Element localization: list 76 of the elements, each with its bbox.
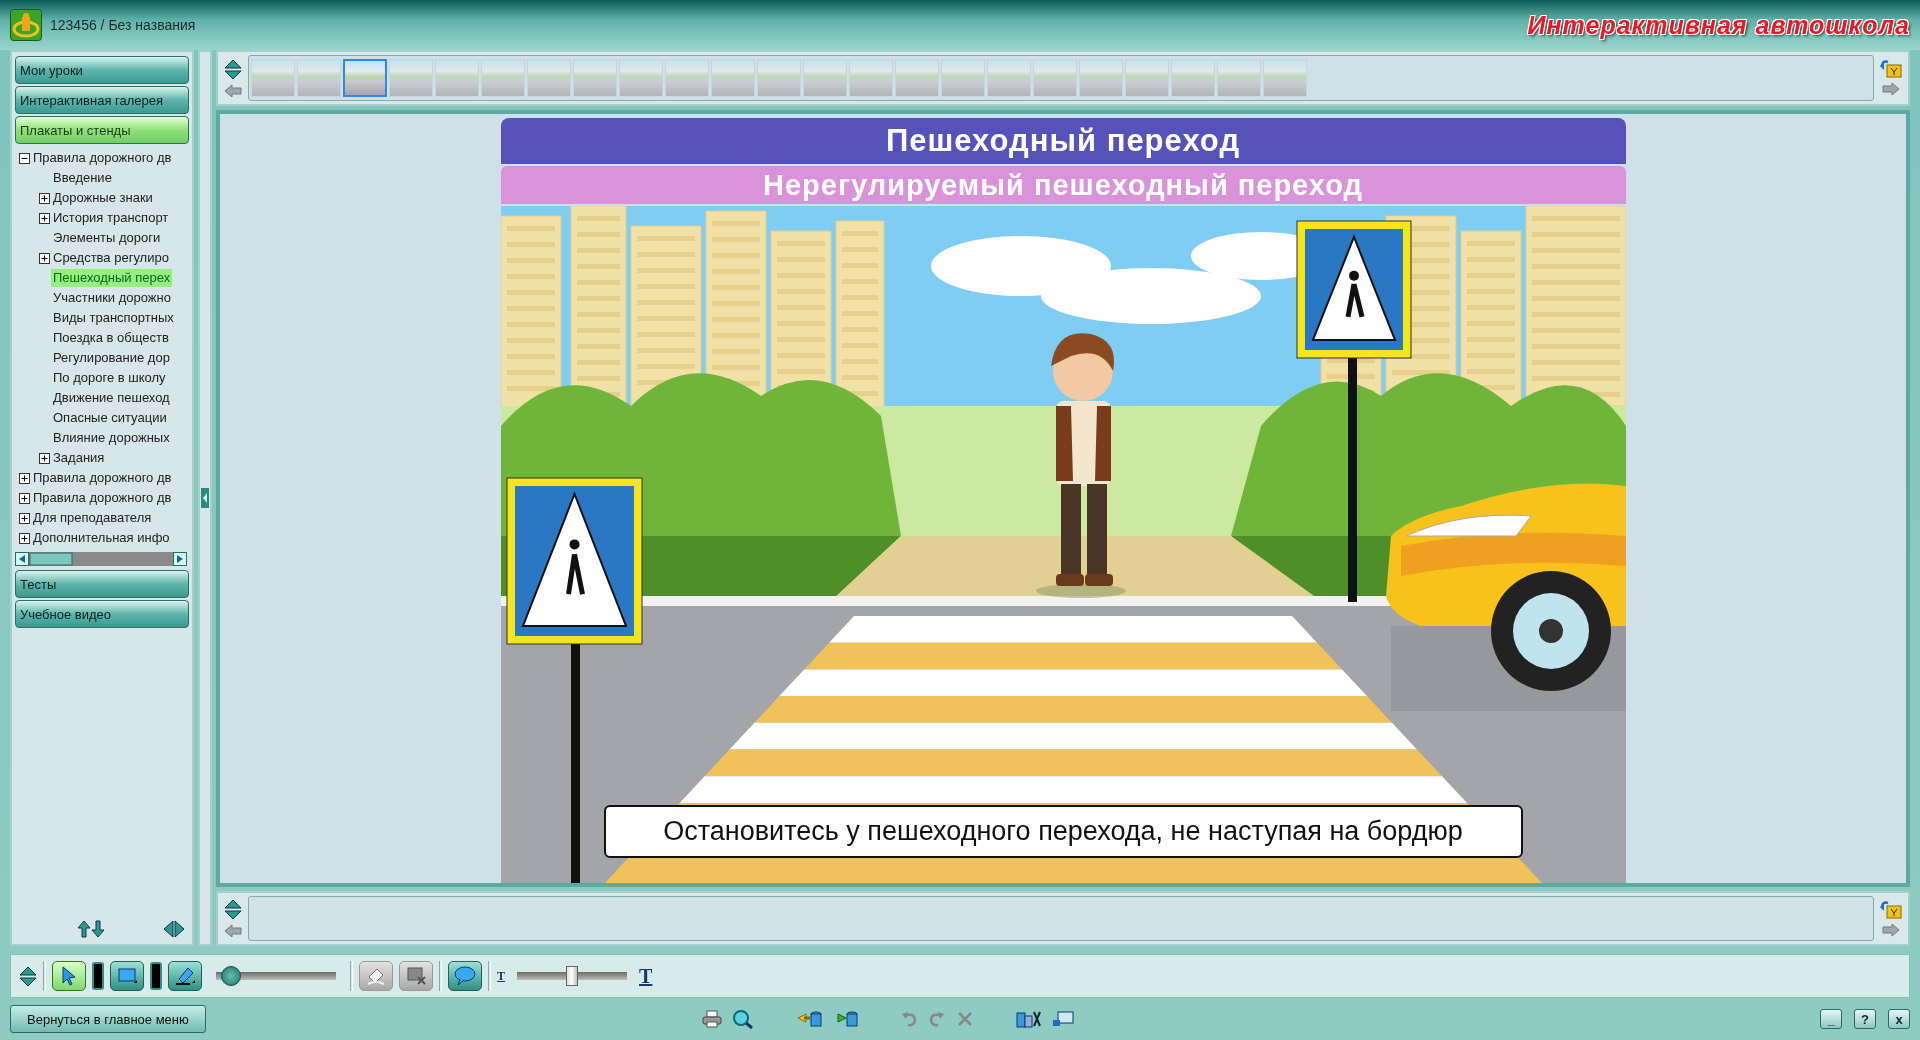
poster-title: Пешеходный переход — [500, 118, 1626, 165]
app-brand-title: Интерактивная автошкола — [1527, 10, 1910, 40]
tree-item[interactable]: Опасные ситуации — [51, 409, 169, 427]
down-arrow-icon[interactable] — [91, 920, 105, 938]
color-swatch[interactable] — [92, 962, 104, 990]
slider-thumb[interactable] — [221, 966, 241, 986]
expand-icon[interactable] — [19, 512, 30, 524]
folder-icon[interactable] — [1880, 900, 1902, 919]
collapse-icon[interactable] — [19, 152, 30, 164]
tree-item[interactable]: Влияние дорожных — [51, 429, 172, 447]
speech-bubble-tool-button[interactable] — [448, 961, 482, 991]
tree-item[interactable]: Пешеходный перех — [51, 269, 173, 287]
printer-icon[interactable] — [701, 1010, 722, 1028]
tree-item[interactable]: Дополнительная инфо — [31, 529, 172, 547]
expand-icon[interactable] — [19, 532, 30, 544]
search-icon[interactable] — [731, 1009, 754, 1029]
tree-item[interactable]: Виды транспортных — [51, 309, 176, 327]
highlighter-tool-button[interactable] — [168, 961, 202, 991]
minimize-button[interactable]: _ — [1820, 1009, 1842, 1029]
up-down-arrows-icon[interactable] — [19, 965, 37, 987]
poster-subtitle: Нерегулируемый пешеходный переход — [500, 166, 1626, 205]
layout-icon[interactable] — [1015, 1009, 1042, 1029]
cursor-tool-button[interactable] — [52, 961, 86, 991]
tree-item[interactable]: Поездка в обществ — [51, 329, 171, 347]
tree-item[interactable]: Правила дорожного дв — [31, 489, 174, 507]
notes-field[interactable] — [248, 896, 1874, 941]
large-font-label: T — [639, 964, 653, 988]
forward-arrow-icon[interactable] — [1882, 922, 1900, 937]
up-down-arrows-icon[interactable] — [224, 899, 242, 921]
collapse-handle-icon[interactable] — [201, 488, 209, 508]
expand-icon[interactable] — [39, 252, 50, 264]
tree-item[interactable]: Средства регулиро — [51, 249, 171, 267]
section-button[interactable]: Плакаты и стенды — [15, 116, 189, 144]
window-icon[interactable] — [1051, 1010, 1074, 1028]
back-arrow-icon[interactable] — [224, 83, 242, 98]
tree-item[interactable]: По дороге в школу — [51, 369, 168, 387]
tree-item[interactable]: Введение — [51, 169, 114, 187]
tree-item[interactable]: Правила дорожного дв — [31, 149, 174, 167]
left-right-arrows-icon[interactable] — [163, 920, 185, 938]
section-button[interactable]: Мои уроки — [15, 56, 189, 84]
up-down-arrows-icon[interactable] — [224, 58, 242, 80]
expand-icon[interactable] — [39, 192, 50, 204]
tree-item[interactable]: Регулирование дор — [51, 349, 172, 367]
section-button[interactable]: Интерактивная галерея — [15, 86, 189, 114]
back-to-menu-button[interactable]: Вернуться в главное меню — [10, 1005, 206, 1033]
speech-bubble-icon — [453, 964, 477, 988]
section-button[interactable]: Тесты — [15, 570, 189, 598]
app-logo-icon — [10, 9, 42, 41]
tree-item[interactable]: Движение пешеход — [51, 389, 172, 407]
window-title: 123456 / Без названия — [50, 17, 196, 33]
expand-icon[interactable] — [19, 492, 30, 504]
tree-item[interactable]: Для преподавателя — [31, 509, 154, 527]
help-button[interactable]: ? — [1854, 1009, 1876, 1029]
expand-icon[interactable] — [39, 212, 50, 224]
tree-item[interactable]: Элементы дороги — [51, 229, 163, 247]
tree-item[interactable]: Задания — [51, 449, 107, 467]
tree-item[interactable]: Дорожные знаки — [51, 189, 155, 207]
small-font-label: T — [497, 968, 505, 984]
horizontal-scrollbar[interactable] — [15, 552, 187, 566]
tree-item[interactable]: Участники дорожно — [51, 289, 173, 307]
caption-text: Остановитесь у пешеходного перехода, не наступая на бордюр — [603, 805, 1523, 859]
back-arrow-icon[interactable] — [224, 924, 242, 939]
expand-icon[interactable] — [39, 452, 50, 464]
slide-thumbnail[interactable] — [343, 59, 387, 98]
forward-arrow-icon[interactable] — [1882, 82, 1900, 97]
color-swatch[interactable] — [150, 962, 162, 990]
expand-icon[interactable] — [19, 472, 30, 484]
close-button[interactable]: x — [1888, 1009, 1910, 1029]
import-database-icon[interactable] — [795, 1010, 822, 1028]
tree-item[interactable]: Правила дорожного дв — [31, 469, 174, 487]
up-arrow-icon[interactable] — [77, 920, 91, 938]
rectangle-tool-button[interactable] — [110, 961, 144, 991]
section-button[interactable]: Учебное видео — [15, 600, 189, 628]
folder-icon[interactable] — [1880, 60, 1902, 79]
slider-thumb[interactable] — [566, 966, 578, 986]
tree-item[interactable]: История транспорт — [51, 209, 171, 227]
